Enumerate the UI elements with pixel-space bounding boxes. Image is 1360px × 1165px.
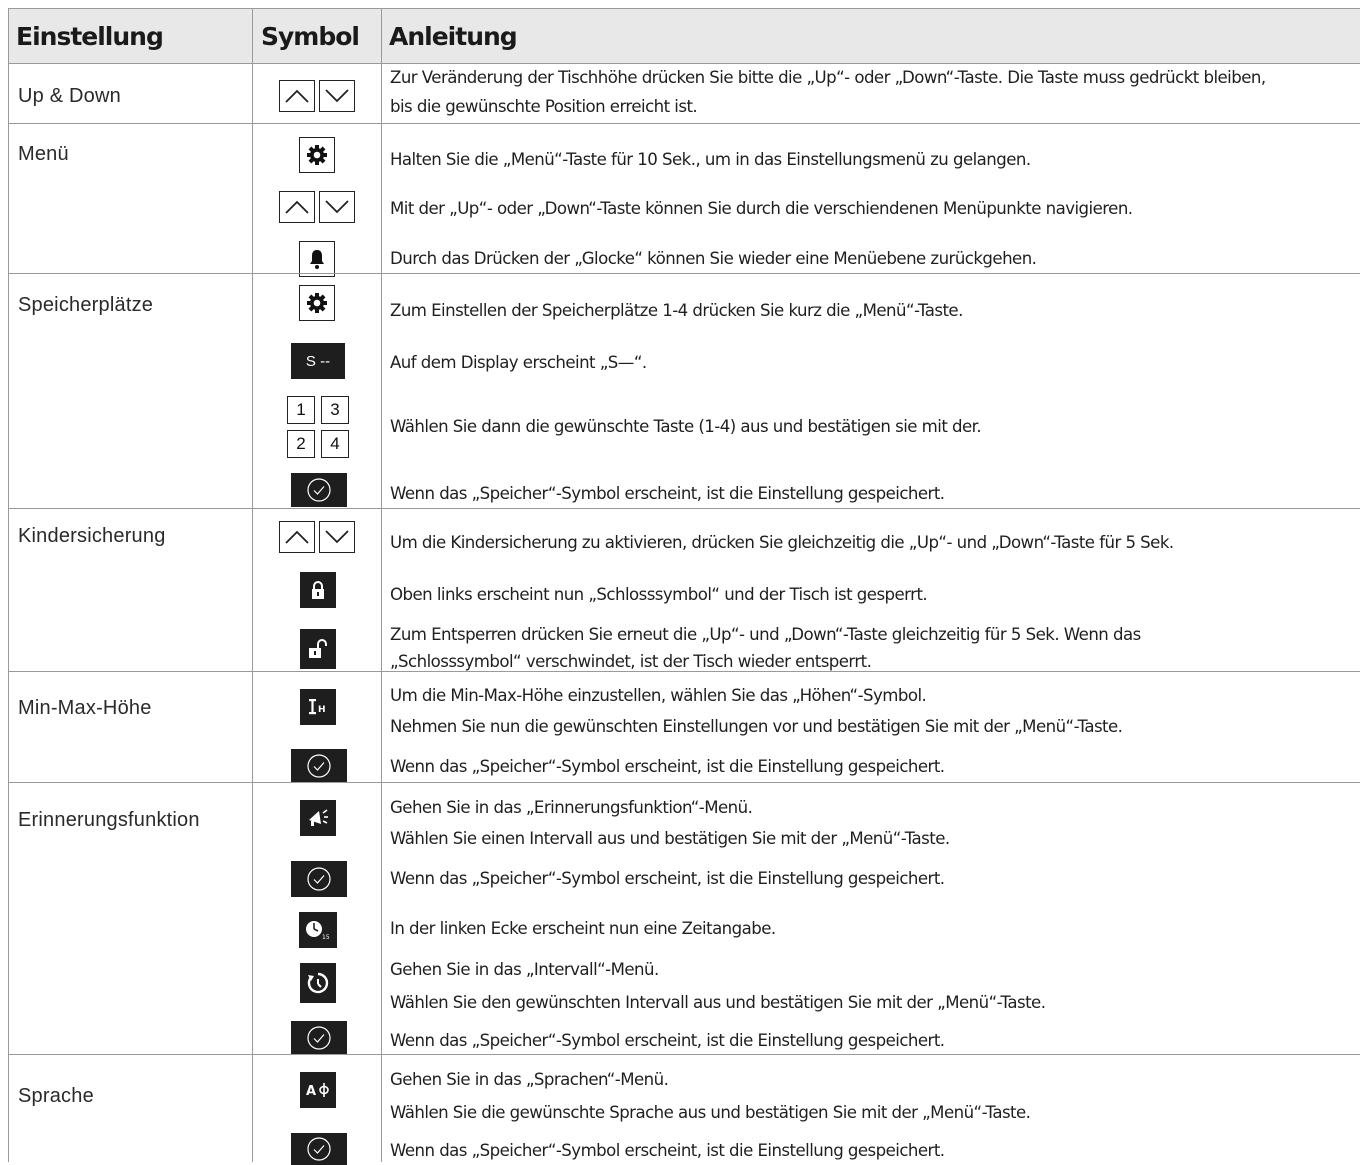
save-check-icon	[291, 1021, 347, 1055]
row-menue: Menü Halten Sie die „Menü“-Taste für 10 …	[8, 123, 1360, 277]
instruction-line: Um die Min-Max-Höhe einzustellen, wählen…	[390, 686, 927, 705]
memory-key-3: 3	[321, 396, 349, 424]
instruction-line: „Schlosssymbol“ verschwindet, ist der Ti…	[390, 652, 872, 671]
instruction-line: Gehen Sie in das „Sprachen“-Menü.	[390, 1070, 669, 1089]
setting-name: Menü	[18, 143, 69, 165]
header-einstellung: Einstellung	[16, 22, 164, 51]
setting-name: Erinnerungsfunktion	[18, 809, 200, 831]
column-separator	[252, 8, 253, 1162]
display-s-icon: S --	[291, 343, 345, 379]
save-check-icon	[291, 861, 347, 897]
height-icon-label: H	[318, 705, 326, 715]
instruction-line: In der linken Ecke erscheint nun eine Ze…	[390, 919, 776, 938]
setting-name: Sprache	[18, 1085, 94, 1107]
chevron-up-icon	[279, 191, 315, 223]
instruction-line: Nehmen Sie nun die gewünschten Einstellu…	[390, 717, 1123, 736]
instruction-line: bis die gewünschte Position erreicht ist…	[390, 97, 698, 116]
instruction-line: Auf dem Display erscheint „S—“.	[390, 353, 647, 372]
gear-icon	[299, 285, 335, 321]
instruction-line: Wenn das „Speicher“-Symbol erscheint, is…	[390, 869, 945, 888]
save-check-icon	[291, 473, 347, 507]
setting-name: Speicherplätze	[18, 294, 154, 316]
instruction-line: Zum Entsperren drücken Sie erneut die „U…	[390, 625, 1141, 644]
instruction-line: Wählen Sie die gewünschte Sprache aus un…	[390, 1103, 1031, 1122]
instruction-line: Gehen Sie in das „Erinnerungsfunktion“-M…	[390, 798, 753, 817]
instruction-line: Halten Sie die „Menü“-Taste für 10 Sek.,…	[390, 150, 1031, 169]
setting-name: Min-Max-Höhe	[18, 697, 152, 719]
instruction-line: Mit der „Up“- oder „Down“-Taste können S…	[390, 199, 1133, 218]
row-up-down: Up & Down Zur Veränderung der Tischhöhe …	[8, 63, 1360, 123]
lock-icon	[300, 572, 336, 608]
height-icon: H	[300, 689, 336, 725]
row-min-max-hoehe: Min-Max-Höhe H Um die Min-Max-Höhe einzu…	[8, 671, 1360, 783]
save-check-icon	[291, 749, 347, 783]
chevron-up-icon	[279, 521, 315, 553]
instruction-line: Zum Einstellen der Speicherplätze 1-4 dr…	[390, 301, 963, 320]
row-speicherplaetze: Speicherplätze S -- 1 3 2 4 Zum Einstell…	[8, 273, 1360, 508]
instruction-line: Um die Kindersicherung zu aktivieren, dr…	[390, 533, 1174, 552]
instruction-line: Wählen Sie dann die gewünschte Taste (1-…	[390, 417, 982, 436]
row-erinnerungsfunktion: Erinnerungsfunktion 15 Gehen Sie in das …	[8, 782, 1360, 1055]
chevron-up-icon	[279, 80, 315, 112]
instruction-line: Wählen Sie einen Intervall aus und bestä…	[390, 829, 950, 848]
reminder-megaphone-icon	[300, 800, 336, 836]
interval-icon	[300, 963, 336, 1003]
memory-key-2: 2	[287, 430, 315, 458]
chevron-down-icon	[319, 191, 355, 223]
instruction-line: Durch das Drücken der „Glocke“ können Si…	[390, 249, 1037, 268]
header-symbol: Symbol	[261, 22, 360, 51]
column-separator	[381, 8, 382, 1162]
row-kindersicherung: Kindersicherung Um die Kindersicherung z…	[8, 508, 1360, 671]
chevron-down-icon	[319, 80, 355, 112]
instruction-line: Gehen Sie in das „Intervall“-Menü.	[390, 960, 659, 979]
row-sprache: Sprache A Gehen Sie in das „Sprachen“-Me…	[8, 1054, 1360, 1165]
chevron-down-icon	[319, 521, 355, 553]
save-check-icon	[291, 1133, 347, 1165]
setting-name: Up & Down	[18, 85, 121, 107]
timer-icon-label: 15	[322, 934, 330, 941]
column-separator	[8, 8, 9, 1162]
bell-icon	[299, 241, 335, 277]
instruction-line: Wählen Sie den gewünschten Intervall aus…	[390, 993, 1046, 1012]
header-anleitung: Anleitung	[389, 22, 518, 51]
instruction-line: Wenn das „Speicher“-Symbol erscheint, is…	[390, 1141, 945, 1160]
instruction-line: Oben links erscheint nun „Schlosssymbol“…	[390, 585, 928, 604]
unlock-icon	[300, 629, 336, 669]
gear-icon	[299, 137, 335, 173]
instruction-line: Wenn das „Speicher“-Symbol erscheint, is…	[390, 757, 945, 776]
instruction-line: Wenn das „Speicher“-Symbol erscheint, is…	[390, 1031, 945, 1050]
setting-name: Kindersicherung	[18, 525, 166, 547]
language-icon-label: A	[306, 1084, 316, 1099]
instruction-line: Zur Veränderung der Tischhöhe drücken Si…	[390, 68, 1266, 87]
timer-icon: 15	[299, 912, 337, 948]
memory-key-4: 4	[321, 430, 349, 458]
table-header: Einstellung Symbol Anleitung	[8, 8, 1360, 63]
language-icon: A	[300, 1072, 336, 1108]
instruction-line: Wenn das „Speicher“-Symbol erscheint, is…	[390, 484, 945, 503]
memory-key-1: 1	[287, 396, 315, 424]
